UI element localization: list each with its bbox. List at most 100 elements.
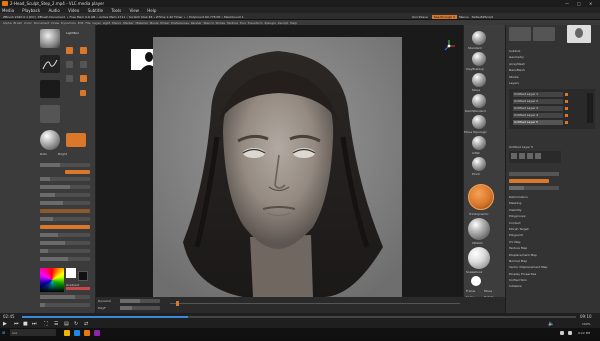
- zb-menu-document[interactable]: Document: [34, 21, 50, 25]
- zb-menu-edit[interactable]: Edit: [78, 21, 84, 25]
- shuffle-button[interactable]: ⇄: [84, 321, 88, 327]
- previous-button[interactable]: ⏮: [14, 321, 19, 327]
- secondary-color-swatch[interactable]: [78, 271, 88, 281]
- volume-slider[interactable]: [557, 322, 579, 337]
- layer-delete-icon[interactable]: [519, 153, 525, 159]
- shelf-white-dot-icon[interactable]: [471, 276, 481, 286]
- material-sphere-icon[interactable]: [40, 130, 60, 150]
- subtool-thumb-2[interactable]: [533, 27, 555, 41]
- layer-row-5[interactable]: Untitled Layer 5: [513, 120, 563, 125]
- zb-menu-stroke[interactable]: Stroke: [216, 21, 226, 25]
- taskbar-edge-icon[interactable]: [74, 330, 80, 336]
- shelf-standard-icon[interactable]: [472, 31, 486, 45]
- rotate-mode-icon[interactable]: [66, 75, 73, 82]
- zb-menu-picker[interactable]: Picker: [160, 21, 169, 25]
- zb-menu-texture[interactable]: Texture: [227, 21, 238, 25]
- layer-5-record-icon[interactable]: [565, 121, 568, 124]
- taskbar-app-icon[interactable]: [94, 330, 100, 336]
- switch-color-slider[interactable]: [40, 303, 90, 307]
- sculpt-canvas[interactable]: [153, 37, 402, 297]
- minimize-button[interactable]: —: [565, 1, 569, 6]
- subtool-head-thumbnail[interactable]: [567, 25, 591, 43]
- zb-menu-alpha[interactable]: Alpha: [3, 21, 12, 25]
- mirror-weld-slider[interactable]: [40, 193, 90, 197]
- zb-default-zscript[interactable]: DefaultZScript: [472, 15, 494, 19]
- zb-quicksave[interactable]: QuickSave: [412, 15, 428, 19]
- alpha-thumbnail-icon[interactable]: [40, 80, 60, 98]
- polyf-label[interactable]: PolyF: [98, 306, 106, 310]
- maximize-button[interactable]: □: [577, 1, 581, 6]
- dynamic-label[interactable]: Dynamic: [98, 299, 111, 303]
- zb-menu-macro[interactable]: Macro: [112, 21, 121, 25]
- adaptive-slider[interactable]: [40, 217, 90, 221]
- zb-see-through[interactable]: See-through 0: [431, 14, 458, 19]
- seek-bar[interactable]: [22, 316, 576, 318]
- zsub-icon[interactable]: [80, 90, 86, 96]
- material-swatch-icon[interactable]: [66, 133, 86, 147]
- zb-menu-brush[interactable]: Brush: [13, 21, 22, 25]
- close-button[interactable]: ✕: [589, 1, 592, 6]
- polyf-slider[interactable]: [120, 306, 160, 310]
- dynamesh-slider[interactable]: [40, 201, 90, 205]
- subtool-thumb-1[interactable]: [509, 27, 531, 41]
- backface-mask-slider[interactable]: [40, 241, 90, 245]
- layer-row-2[interactable]: Untitled Layer 2: [513, 99, 563, 104]
- gravity-slider[interactable]: [40, 257, 90, 261]
- tool-layers-item[interactable]: Layers: [509, 81, 559, 87]
- zb-menu-light[interactable]: Light: [103, 21, 111, 25]
- symmetry-toggle[interactable]: [40, 225, 90, 229]
- shelf-damstandard-icon[interactable]: [472, 94, 486, 108]
- polish-slider[interactable]: [40, 249, 90, 253]
- brush-thumbnail-icon[interactable]: [40, 29, 60, 48]
- layers-scrollbar[interactable]: [587, 93, 593, 123]
- focal-shift-slider[interactable]: [40, 177, 90, 181]
- sculptris-pro-toggle[interactable]: [40, 209, 90, 213]
- texture-thumbnail-icon[interactable]: [40, 105, 60, 123]
- frame-button[interactable]: Frame: [466, 289, 475, 293]
- layer-row-4[interactable]: Untitled Layer 4: [513, 113, 563, 118]
- zb-menu-movie[interactable]: Movie: [150, 21, 159, 25]
- layer-up-icon[interactable]: [527, 153, 533, 159]
- taskbar-vlc-icon[interactable]: [84, 330, 90, 336]
- zb-menu-transform[interactable]: Transform: [248, 21, 263, 25]
- navigation-gizmo-icon[interactable]: [443, 37, 456, 51]
- move-mode-icon[interactable]: [66, 61, 73, 68]
- lightbox-button[interactable]: LightBox: [66, 31, 79, 35]
- zb-menu-zscript[interactable]: Zscript: [278, 21, 288, 25]
- layer-row-1[interactable]: Untitled Layer 1: [513, 92, 563, 97]
- draw-mode-icon[interactable]: [80, 47, 87, 54]
- zb-menu-help[interactable]: Help: [290, 21, 297, 25]
- stop-button[interactable]: ■: [23, 321, 28, 327]
- layer-new-icon[interactable]: [511, 153, 517, 159]
- next-button[interactable]: ⏭: [32, 321, 37, 327]
- zb-menu-render[interactable]: Render: [191, 21, 202, 25]
- play-button[interactable]: ▶: [3, 321, 7, 327]
- volume-icon[interactable]: 🔈: [548, 321, 554, 327]
- zb-menu-preferences[interactable]: Preferences: [171, 21, 189, 25]
- zadd-icon[interactable]: [80, 75, 87, 82]
- layer-1-record-icon[interactable]: [565, 93, 568, 96]
- draw-size-slider[interactable]: [40, 163, 90, 167]
- shelf-move-icon[interactable]: [472, 73, 486, 87]
- bake-all-slider[interactable]: [509, 172, 559, 176]
- layer-2-record-icon[interactable]: [565, 100, 568, 103]
- color-picker-wheel[interactable]: [40, 268, 64, 292]
- extended-settings-button[interactable]: ☰: [54, 321, 58, 327]
- network-icon[interactable]: [560, 331, 564, 335]
- taskbar-search-box[interactable]: Ask: [10, 329, 56, 336]
- zb-menu-dynamics[interactable]: Dynamics: [61, 21, 76, 25]
- shelf-inflat-icon[interactable]: [472, 136, 486, 150]
- shelf-pinch-icon[interactable]: [472, 157, 486, 171]
- layer-3-record-icon[interactable]: [565, 107, 568, 110]
- rgb-intensity-slider[interactable]: [40, 185, 90, 189]
- shelf-hpolish-icon[interactable]: [468, 218, 490, 240]
- fullscreen-button[interactable]: ⛶: [44, 321, 48, 327]
- loop-button[interactable]: ↻: [74, 321, 78, 327]
- playlist-button[interactable]: ▤: [64, 321, 69, 327]
- timeline-marker[interactable]: [176, 301, 179, 306]
- material-ball-orange[interactable]: [468, 184, 494, 210]
- zb-menu-zplugin[interactable]: Zplugin: [265, 21, 276, 25]
- zb-menu-marker[interactable]: Marker: [123, 21, 133, 25]
- zb-menu-file[interactable]: File: [86, 21, 91, 25]
- alternate-slider[interactable]: [40, 295, 90, 299]
